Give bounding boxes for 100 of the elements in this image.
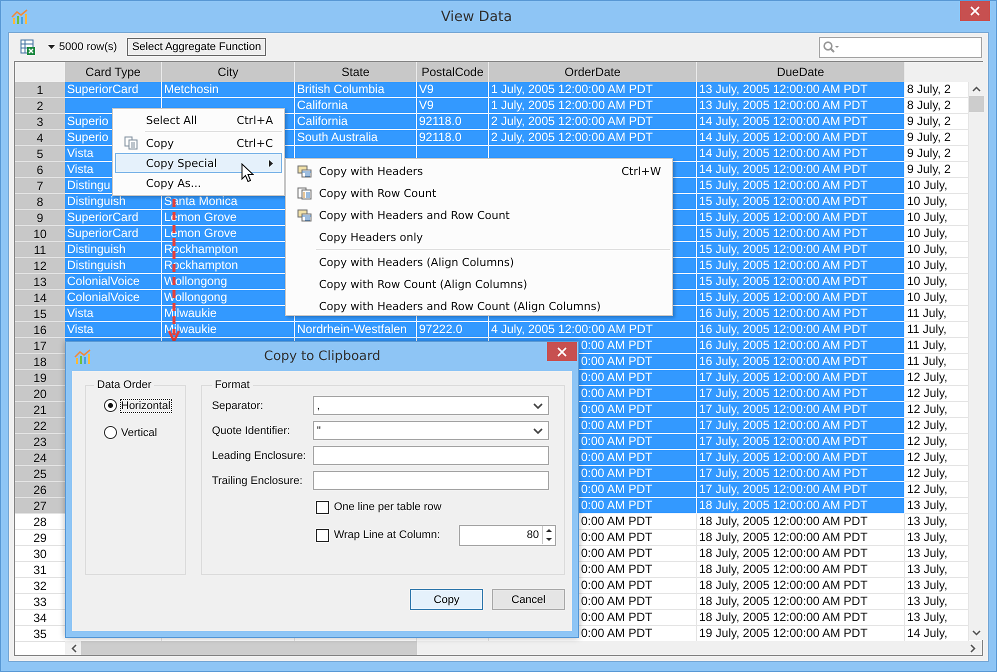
radio-label[interactable]: Horizontal (121, 400, 171, 412)
table-cell: 14 July, (905, 626, 969, 642)
chart-icon (11, 8, 29, 24)
list-copy-icon (296, 186, 312, 200)
group-title: Format (214, 379, 251, 391)
cursor-icon (241, 163, 254, 183)
scroll-down-icon[interactable] (972, 630, 981, 636)
chevron-down-icon (532, 428, 543, 434)
row-number[interactable]: 18 (15, 354, 65, 370)
close-button[interactable] (960, 1, 990, 21)
close-icon (970, 6, 980, 16)
row-number[interactable]: 12 (15, 258, 65, 274)
row-number[interactable]: 22 (15, 418, 65, 434)
table-row[interactable]: 1 SuperiorCard Metchosin British Columbia V9 1 July, 2005 12:00:00 AM PDT 13 July, 2005 12:00:00 AM PDT 8 July, 2 (15, 82, 969, 98)
horizontal-scrollbar[interactable] (65, 641, 982, 655)
row-number[interactable]: 6 (15, 162, 65, 178)
spreadsheet-icon[interactable] (20, 39, 36, 55)
row-number[interactable]: 20 (15, 386, 65, 402)
scrollbar-thumb[interactable] (969, 96, 984, 112)
row-number[interactable]: 4 (15, 130, 65, 146)
column-header[interactable]: State (295, 62, 417, 82)
table-cell: 12 July, (905, 370, 969, 386)
table-cell: 12 July, (905, 418, 969, 434)
dropdown[interactable]: , (312, 396, 549, 415)
row-number[interactable]: 25 (15, 466, 65, 482)
input-field[interactable] (312, 446, 549, 465)
table-row[interactable]: 2 California V9 1 July, 2005 12:00:00 AM PDT 13 July, 2005 12:00:00 AM PDT 8 July, 2 (15, 98, 969, 114)
radio-label[interactable]: Vertical (121, 426, 158, 438)
checkbox[interactable] (316, 500, 329, 514)
chevron-down-icon (532, 402, 543, 408)
row-number[interactable]: 9 (15, 210, 65, 226)
row-number[interactable]: 1 (15, 82, 65, 98)
column-header[interactable]: DueDate (697, 62, 905, 82)
scroll-right-icon[interactable] (970, 644, 976, 652)
scroll-left-icon[interactable] (71, 644, 77, 652)
aggregate-button[interactable]: Select Aggregate Function (127, 38, 266, 56)
row-number[interactable]: 24 (15, 450, 65, 466)
row-number[interactable]: 16 (15, 322, 65, 338)
radio-button[interactable] (104, 426, 117, 439)
table-cell: 11 July, (905, 354, 969, 370)
table-cell: 12 July, (905, 402, 969, 418)
dialog-button[interactable]: Cancel (492, 589, 565, 610)
table-cell: 11 July, (905, 338, 969, 354)
row-number[interactable]: 7 (15, 178, 65, 194)
table-copy-icon (296, 208, 312, 222)
row-number[interactable]: 8 (15, 194, 65, 210)
checkbox[interactable] (316, 528, 329, 542)
row-number[interactable]: 15 (15, 306, 65, 322)
row-number[interactable]: 27 (15, 498, 65, 514)
menu-item[interactable]: Copy Special (115, 153, 282, 173)
row-number[interactable]: 3 (15, 114, 65, 130)
field-label: Trailing Enclosure: (212, 474, 304, 486)
checkbox-label[interactable]: Wrap Line at Column: (334, 529, 440, 541)
column-header[interactable]: OrderDate (489, 62, 697, 82)
row-number[interactable]: 17 (15, 338, 65, 354)
menu-item[interactable]: Copy with Headers Ctrl+W (288, 160, 670, 182)
row-number[interactable]: 13 (15, 274, 65, 290)
close-button[interactable] (547, 342, 577, 361)
table-cell: 11 July, (905, 322, 969, 338)
dialog-button[interactable]: Copy (410, 589, 483, 610)
number-field[interactable]: 80 (459, 524, 556, 546)
table-cell: 9 July, 2 (905, 114, 969, 130)
radio-button[interactable] (104, 399, 117, 412)
field-label: Leading Enclosure: (212, 450, 307, 462)
table-cell: 12 July, (905, 450, 969, 466)
table-cell: 9 July, 2 (905, 146, 969, 162)
field-label: Quote Identifier: (212, 424, 292, 436)
input-field[interactable] (312, 471, 549, 490)
dropdown-caret-icon[interactable] (48, 45, 55, 49)
row-number[interactable]: 11 (15, 242, 65, 258)
table-cell: 13 July, (905, 578, 969, 594)
field-label: Separator: (212, 400, 264, 412)
row-number[interactable]: 2 (15, 98, 65, 114)
row-number[interactable]: 14 (15, 290, 65, 306)
row-number[interactable]: 23 (15, 434, 65, 450)
row-number[interactable]: 10 (15, 226, 65, 242)
row-number[interactable]: 5 (15, 146, 65, 162)
table-cell: 10 July, (905, 274, 969, 290)
row-number[interactable]: 26 (15, 482, 65, 498)
column-header[interactable]: City (162, 62, 295, 82)
row-number[interactable]: 19 (15, 370, 65, 386)
column-header[interactable]: Card Type (65, 62, 162, 82)
table-cell: 12 July, (905, 434, 969, 450)
dropdown[interactable]: " (312, 421, 549, 440)
vertical-scrollbar[interactable] (969, 62, 984, 640)
table-cell: 12 July, (905, 386, 969, 402)
checkbox-label[interactable]: One line per table row (334, 501, 442, 513)
search-field[interactable] (819, 36, 982, 58)
chart-icon (74, 348, 92, 364)
table-cell: 8 July, 2 (905, 98, 969, 114)
table-cell: 10 July, (905, 194, 969, 210)
table-cell: 10 July, (905, 178, 969, 194)
table-cell: 13 July, (905, 546, 969, 562)
scroll-up-icon[interactable] (972, 86, 981, 92)
row-number[interactable]: 21 (15, 402, 65, 418)
table-cell: 13 July, (905, 530, 969, 546)
table-cell: 13 July, (905, 562, 969, 578)
table-cell: 10 July, (905, 226, 969, 242)
window-title: View Data (441, 8, 512, 24)
column-header[interactable]: PostalCode (417, 62, 489, 82)
